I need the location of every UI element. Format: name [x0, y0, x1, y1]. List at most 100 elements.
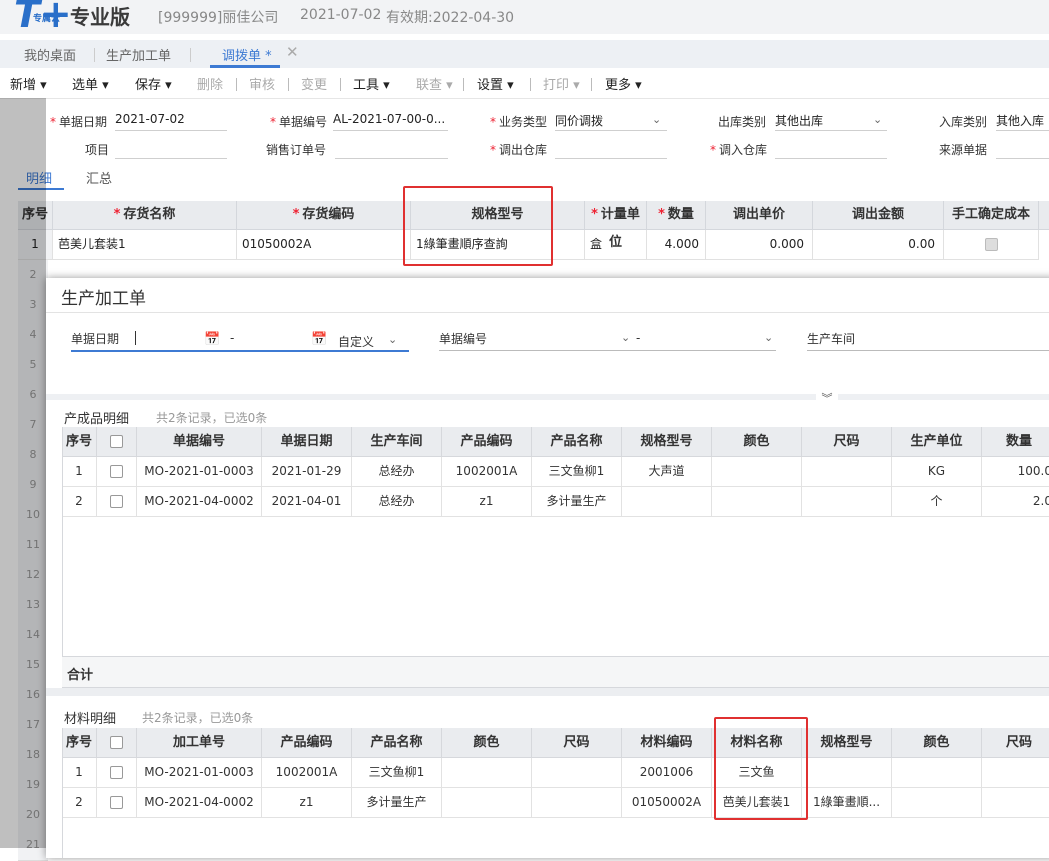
- cell-spec[interactable]: 1綠筆畫順...: [802, 788, 892, 818]
- th-unit[interactable]: 生产单位: [892, 427, 982, 457]
- doc-no-field[interactable]: AL-2021-07-00-0...: [333, 112, 448, 131]
- cell-price[interactable]: 0.000: [706, 230, 813, 260]
- chevron-down-icon[interactable]: ⌄: [621, 331, 630, 344]
- new-button[interactable]: 新增 ▾: [10, 74, 47, 93]
- close-icon[interactable]: ✕: [286, 43, 299, 61]
- col-header-price[interactable]: 调出单价: [706, 201, 813, 230]
- cell-product-code[interactable]: 1002001A: [442, 457, 532, 487]
- select-doc-button[interactable]: 选单 ▾: [72, 74, 109, 93]
- col-header-manual-cost[interactable]: 手工确定成本: [944, 201, 1039, 230]
- col-header-amount[interactable]: 调出金额: [813, 201, 944, 230]
- cell-material-code[interactable]: 2001006: [622, 758, 712, 788]
- th-size[interactable]: 尺码: [532, 728, 622, 758]
- cell-size[interactable]: [532, 788, 622, 818]
- cell-order-no[interactable]: MO-2021-01-0003: [137, 758, 262, 788]
- cell-size[interactable]: [532, 758, 622, 788]
- chevron-down-icon[interactable]: ⌄: [873, 113, 882, 126]
- th-material-code[interactable]: 材料编码: [622, 728, 712, 758]
- tools-button[interactable]: 工具 ▾: [353, 74, 390, 93]
- th-select-all[interactable]: [97, 728, 137, 758]
- th-spec[interactable]: 规格型号: [622, 427, 712, 457]
- subtab-summary[interactable]: 汇总: [86, 168, 112, 187]
- tab-my-desktop[interactable]: 我的桌面: [24, 45, 76, 64]
- cell-qty[interactable]: 4.000: [647, 230, 706, 260]
- cell-doc-no[interactable]: MO-2021-04-0002: [137, 487, 262, 517]
- cell-qty[interactable]: 100.0: [982, 457, 1049, 487]
- row-checkbox[interactable]: [97, 457, 137, 487]
- cell-size[interactable]: [802, 487, 892, 517]
- cell-product-name[interactable]: 三文鱼柳1: [532, 457, 622, 487]
- cell-material-code[interactable]: 01050002A: [622, 788, 712, 818]
- cell-amount[interactable]: 0.00: [813, 230, 944, 260]
- cell-spec[interactable]: 大声道: [622, 457, 712, 487]
- th-color[interactable]: 颜色: [712, 427, 802, 457]
- delete-button[interactable]: 删除: [197, 74, 223, 93]
- in-warehouse-field[interactable]: [775, 140, 887, 159]
- th-spec[interactable]: 规格型号: [802, 728, 892, 758]
- cell-color[interactable]: [442, 788, 532, 818]
- settings-button[interactable]: 设置 ▾: [477, 74, 514, 93]
- cell-unit[interactable]: 个: [892, 487, 982, 517]
- doc-date-field[interactable]: 2021-07-02: [115, 112, 227, 131]
- th-product-name[interactable]: 产品名称: [532, 427, 622, 457]
- cell-size-2[interactable]: [982, 788, 1049, 818]
- cell-color[interactable]: [712, 487, 802, 517]
- out-warehouse-field[interactable]: [555, 140, 667, 159]
- row-checkbox[interactable]: [97, 788, 137, 818]
- col-header-code[interactable]: * 存货编码: [237, 201, 411, 230]
- cell-color[interactable]: [712, 457, 802, 487]
- calendar-icon[interactable]: 📅: [311, 332, 327, 347]
- cell-color-2[interactable]: [892, 788, 982, 818]
- col-header-unit[interactable]: * 计量单位: [585, 201, 647, 250]
- col-header-name[interactable]: * 存货名称: [53, 201, 237, 230]
- th-product-code[interactable]: 产品编码: [262, 728, 352, 758]
- cell-color[interactable]: [442, 758, 532, 788]
- col-header-qty[interactable]: * 数量: [647, 201, 706, 230]
- project-field[interactable]: [115, 140, 227, 159]
- th-order-no[interactable]: 加工单号: [137, 728, 262, 758]
- double-chevron-down-icon[interactable]: ︾: [816, 390, 838, 408]
- th-color[interactable]: 颜色: [442, 728, 532, 758]
- chevron-down-icon[interactable]: ⌄: [652, 113, 661, 126]
- company-name[interactable]: [999999]丽佳公司: [158, 7, 278, 27]
- tab-production-order[interactable]: 生产加工单: [106, 45, 171, 64]
- modal-backdrop[interactable]: [0, 98, 46, 848]
- cell-product-code[interactable]: z1: [442, 487, 532, 517]
- th-doc-date[interactable]: 单据日期: [262, 427, 352, 457]
- audit-button[interactable]: 审核: [249, 74, 275, 93]
- print-button[interactable]: 打印 ▾: [543, 74, 580, 93]
- cell-doc-date[interactable]: 2021-04-01: [262, 487, 352, 517]
- cell-unit[interactable]: KG: [892, 457, 982, 487]
- th-doc-no[interactable]: 单据编号: [137, 427, 262, 457]
- change-button[interactable]: 变更: [301, 74, 327, 93]
- source-doc-field[interactable]: [996, 140, 1049, 159]
- cell-item-code[interactable]: 01050002A: [237, 230, 411, 260]
- in-type-select[interactable]: 其他入库: [996, 112, 1049, 131]
- cell-product-code[interactable]: z1: [262, 788, 352, 818]
- cell-doc-no[interactable]: MO-2021-01-0003: [137, 457, 262, 487]
- th-qty[interactable]: 数量: [982, 427, 1049, 457]
- cell-product-name[interactable]: 多计量生产: [352, 788, 442, 818]
- cell-doc-date[interactable]: 2021-01-29: [262, 457, 352, 487]
- cell-item-name[interactable]: 芭美儿套装1: [53, 230, 237, 260]
- cell-product-code[interactable]: 1002001A: [262, 758, 352, 788]
- chevron-down-icon[interactable]: ⌄: [388, 333, 397, 346]
- cell-manual-cost[interactable]: [944, 230, 1039, 260]
- save-button[interactable]: 保存 ▾: [135, 74, 172, 93]
- row-checkbox[interactable]: [97, 487, 137, 517]
- th-size-2[interactable]: 尺码: [982, 728, 1049, 758]
- docno-filter-underline[interactable]: [439, 350, 776, 351]
- cell-spec[interactable]: [802, 758, 892, 788]
- cell-qty[interactable]: 2.0: [982, 487, 1049, 517]
- lookup-button[interactable]: 联查 ▾: [416, 74, 453, 93]
- th-color-2[interactable]: 颜色: [892, 728, 982, 758]
- cell-workshop[interactable]: 总经办: [352, 457, 442, 487]
- th-size[interactable]: 尺码: [802, 427, 892, 457]
- row-checkbox[interactable]: [97, 758, 137, 788]
- workshop-filter-underline[interactable]: [807, 350, 1049, 351]
- cell-size[interactable]: [802, 457, 892, 487]
- th-workshop[interactable]: 生产车间: [352, 427, 442, 457]
- out-type-select[interactable]: 其他出库: [775, 112, 887, 131]
- tab-transfer-order[interactable]: 调拨单 *: [222, 45, 272, 64]
- biz-type-select[interactable]: 同价调拨: [555, 112, 667, 131]
